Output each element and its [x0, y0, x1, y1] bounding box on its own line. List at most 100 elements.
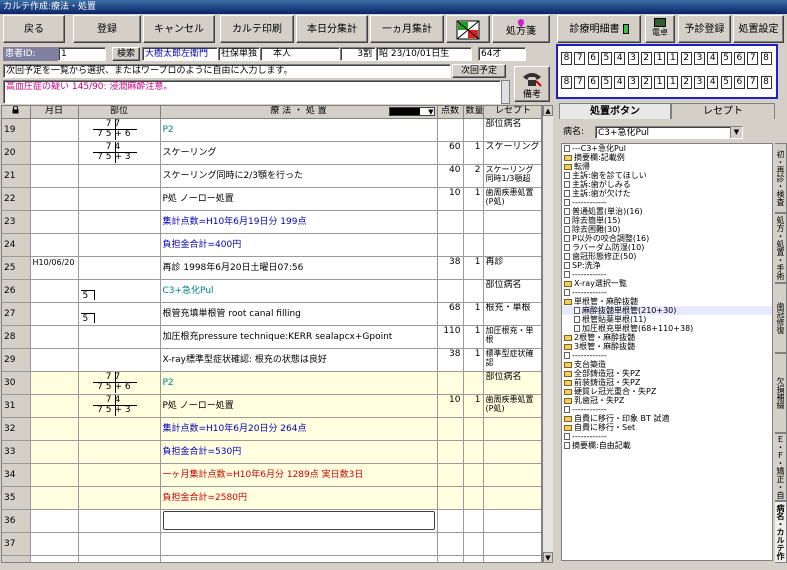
tab-treatment-buttons[interactable]: 処置ボタン: [559, 103, 671, 119]
tree-item[interactable]: 2根管・麻酔抜髄: [562, 333, 772, 342]
tooth-cell[interactable]: 6: [587, 52, 599, 65]
tooth-cell[interactable]: 2: [680, 76, 692, 89]
disease-select[interactable]: C3+急化Pul ▼: [595, 126, 743, 139]
memo-scrollbar[interactable]: [501, 80, 510, 104]
tooth-cell[interactable]: 1: [667, 52, 679, 65]
settings-button[interactable]: 処置設定: [733, 15, 784, 43]
tree-item[interactable]: ------------: [562, 198, 772, 207]
table-row[interactable]: 27 5 根管充填単根管 root canal filling 68 1 根充・単根: [2, 302, 541, 326]
table-row[interactable]: 35 負担金合計=2580円: [2, 486, 541, 510]
tree-item[interactable]: 主訴:歯がしみる: [562, 180, 772, 189]
tooth-cell[interactable]: 7: [574, 52, 586, 65]
tooth-cell[interactable]: 6: [733, 76, 745, 89]
tree-item[interactable]: 支台築造: [562, 360, 772, 369]
row-procedure[interactable]: P処 ノーロー処置: [160, 187, 438, 211]
tooth-cell[interactable]: 2: [640, 76, 652, 89]
row-procedure[interactable]: X-ray標準型症状確認: 根充の状態は良好: [160, 348, 438, 372]
table-row[interactable]: 30 7 7 7 5 + 6 P2 部位病名: [2, 371, 541, 395]
tree-item[interactable]: X-ray選択一覧: [562, 279, 772, 288]
row-procedure[interactable]: スケーリング同時に2/3顎を行った: [160, 164, 438, 188]
category-tab[interactable]: Ｅ・Ｆ・矯正・自費: [775, 433, 787, 501]
daily-total-button[interactable]: 本日分集計: [296, 15, 368, 43]
row-procedure[interactable]: [160, 509, 438, 533]
table-row[interactable]: 31 7 4 7 5 + 3 P処 ノーロー処置 10 1 歯周疾患処置(P処): [2, 394, 541, 418]
category-tab[interactable]: 初・再診・検査: [775, 143, 787, 213]
table-row[interactable]: 24 負担金合計=400円: [2, 233, 541, 257]
tooth-cell[interactable]: 2: [680, 52, 692, 65]
tree-item[interactable]: 自費に移行・Set: [562, 423, 772, 432]
col-procedure[interactable]: 療 法 ・ 処 置 ▼: [160, 106, 438, 119]
tree-item[interactable]: 全部鋳造冠・失PZ: [562, 369, 772, 378]
row-procedure[interactable]: P2: [160, 371, 438, 395]
tree-item[interactable]: 転帰: [562, 162, 772, 171]
row-procedure[interactable]: P2: [160, 118, 438, 142]
tree-item[interactable]: 麻酔抜髄単根管(210+30): [562, 306, 772, 315]
search-button[interactable]: 検索: [112, 47, 140, 61]
tooth-cell[interactable]: 8: [760, 52, 772, 65]
tree-item[interactable]: 加圧根充単根管(68+110+38): [562, 324, 772, 333]
tooth-cell[interactable]: 4: [707, 76, 719, 89]
tree-item[interactable]: 普通処置(単治)(16): [562, 207, 772, 216]
scroll-down-arrow[interactable]: ▼: [543, 552, 553, 563]
tree-item[interactable]: ------------: [562, 351, 772, 360]
column-filter-dropdown[interactable]: ▼: [388, 107, 435, 116]
category-tab[interactable]: 病名・カルテ作成: [775, 501, 787, 563]
category-tab[interactable]: 処方・処置・手術: [775, 213, 787, 283]
tree-item[interactable]: 主訴:歯を診てほしい: [562, 171, 772, 180]
table-row[interactable]: 21 スケーリング同時に2/3顎を行った 40 2 スケーリング同時1/3顎超: [2, 164, 541, 188]
row-procedure[interactable]: 負担金合計=400円: [160, 233, 438, 257]
tab-receipt[interactable]: レセプト: [671, 103, 775, 119]
row-procedure[interactable]: 根管充填単根管 root canal filling: [160, 302, 438, 326]
tree-item[interactable]: 除去簡単(15): [562, 216, 772, 225]
row-procedure[interactable]: 負担金合計=2580円: [160, 486, 438, 510]
row-procedure[interactable]: 集計点数=H10年6月20日分 264点: [160, 417, 438, 441]
tree-item[interactable]: P以外の咬合調整(16): [562, 234, 772, 243]
row-procedure[interactable]: C3+急化Pul: [160, 279, 438, 303]
tooth-cell[interactable]: 5: [600, 76, 612, 89]
tooth-cell[interactable]: 3: [694, 76, 705, 89]
category-tabs[interactable]: 初・再診・検査処方・処置・手術歯冠修復欠損補綴Ｅ・Ｆ・矯正・自費病名・カルテ作成: [775, 103, 787, 563]
table-row[interactable]: 33 負担金合計=530円: [2, 440, 541, 464]
tree-item[interactable]: ------------: [562, 288, 772, 297]
tree-item[interactable]: 硬質レ冠光重合・失PZ: [562, 387, 772, 396]
tooth-cell[interactable]: 3: [627, 76, 639, 89]
row-procedure[interactable]: 再診 1998年6月20日土曜日07:56: [160, 256, 438, 280]
tree-item[interactable]: 3根管・麻酔抜髄: [562, 342, 772, 351]
table-row[interactable]: 19 7 7 7 5 + 6 P2 部位病名: [2, 118, 541, 142]
calendar-icon-button[interactable]: [446, 15, 490, 43]
grid-scrollbar[interactable]: ▲ ▼: [542, 105, 553, 563]
tooth-cell[interactable]: 8: [760, 76, 772, 89]
tooth-cell[interactable]: 7: [747, 52, 759, 65]
tree-item[interactable]: 前装鋳造冠・失PZ: [562, 378, 772, 387]
table-row[interactable]: 37: [2, 532, 541, 556]
procedure-edit-input[interactable]: [162, 511, 435, 530]
tooth-cell[interactable]: 1: [667, 76, 679, 89]
tree-item[interactable]: 根管貼薬単根(11): [562, 315, 772, 324]
row-procedure[interactable]: 集計点数=H10年6月19日分 199点: [160, 210, 438, 234]
table-row[interactable]: 23 集計点数=H10年6月19日分 199点: [2, 210, 541, 234]
tree-item[interactable]: ------------: [562, 405, 772, 414]
row-procedure[interactable]: [160, 555, 438, 562]
tooth-chart[interactable]: 87654321123456788765432112345678: [556, 44, 778, 99]
tooth-cell[interactable]: 3: [694, 52, 705, 65]
tree-item[interactable]: 自費に移行・印象 BT 試適: [562, 414, 772, 423]
tooth-cell[interactable]: 8: [561, 52, 572, 65]
tree-item[interactable]: 主訴:歯が欠けた: [562, 189, 772, 198]
memo-field[interactable]: 高血圧症の疑い 145/90: 浸潤麻酔注意。: [3, 80, 501, 104]
tree-item[interactable]: 除去困難(30): [562, 225, 772, 234]
category-tab[interactable]: 欠損補綴: [775, 353, 787, 433]
tree-item[interactable]: 歯冠形態修正(50): [562, 252, 772, 261]
tree-item[interactable]: 乳歯冠・失PZ: [562, 396, 772, 405]
row-procedure[interactable]: 一ヶ月集計点数=H10年6月分 1289点 実日数3日: [160, 463, 438, 487]
table-row[interactable]: 36: [2, 509, 541, 533]
tooth-cell[interactable]: 4: [614, 52, 626, 65]
register-button[interactable]: 登録: [73, 15, 141, 43]
row-procedure[interactable]: P処 ノーロー処置: [160, 394, 438, 418]
tree-item[interactable]: 摘要欄:自由記載: [562, 441, 772, 450]
tooth-cell[interactable]: 2: [640, 52, 652, 65]
table-row[interactable]: 29 X-ray標準型症状確認: 根充の状態は良好 38 1 標準型症状確認: [2, 348, 541, 372]
table-row[interactable]: 38: [2, 555, 541, 562]
tree-item[interactable]: 摘要欄:記載例: [562, 153, 772, 162]
treatment-grid[interactable]: 月日 部位 療 法 ・ 処 置 ▼ 点数 数量 レセプト 19 7 7 7 5 + 6 P2…: [1, 105, 542, 563]
next-plan-button[interactable]: 次回予定: [452, 64, 506, 78]
